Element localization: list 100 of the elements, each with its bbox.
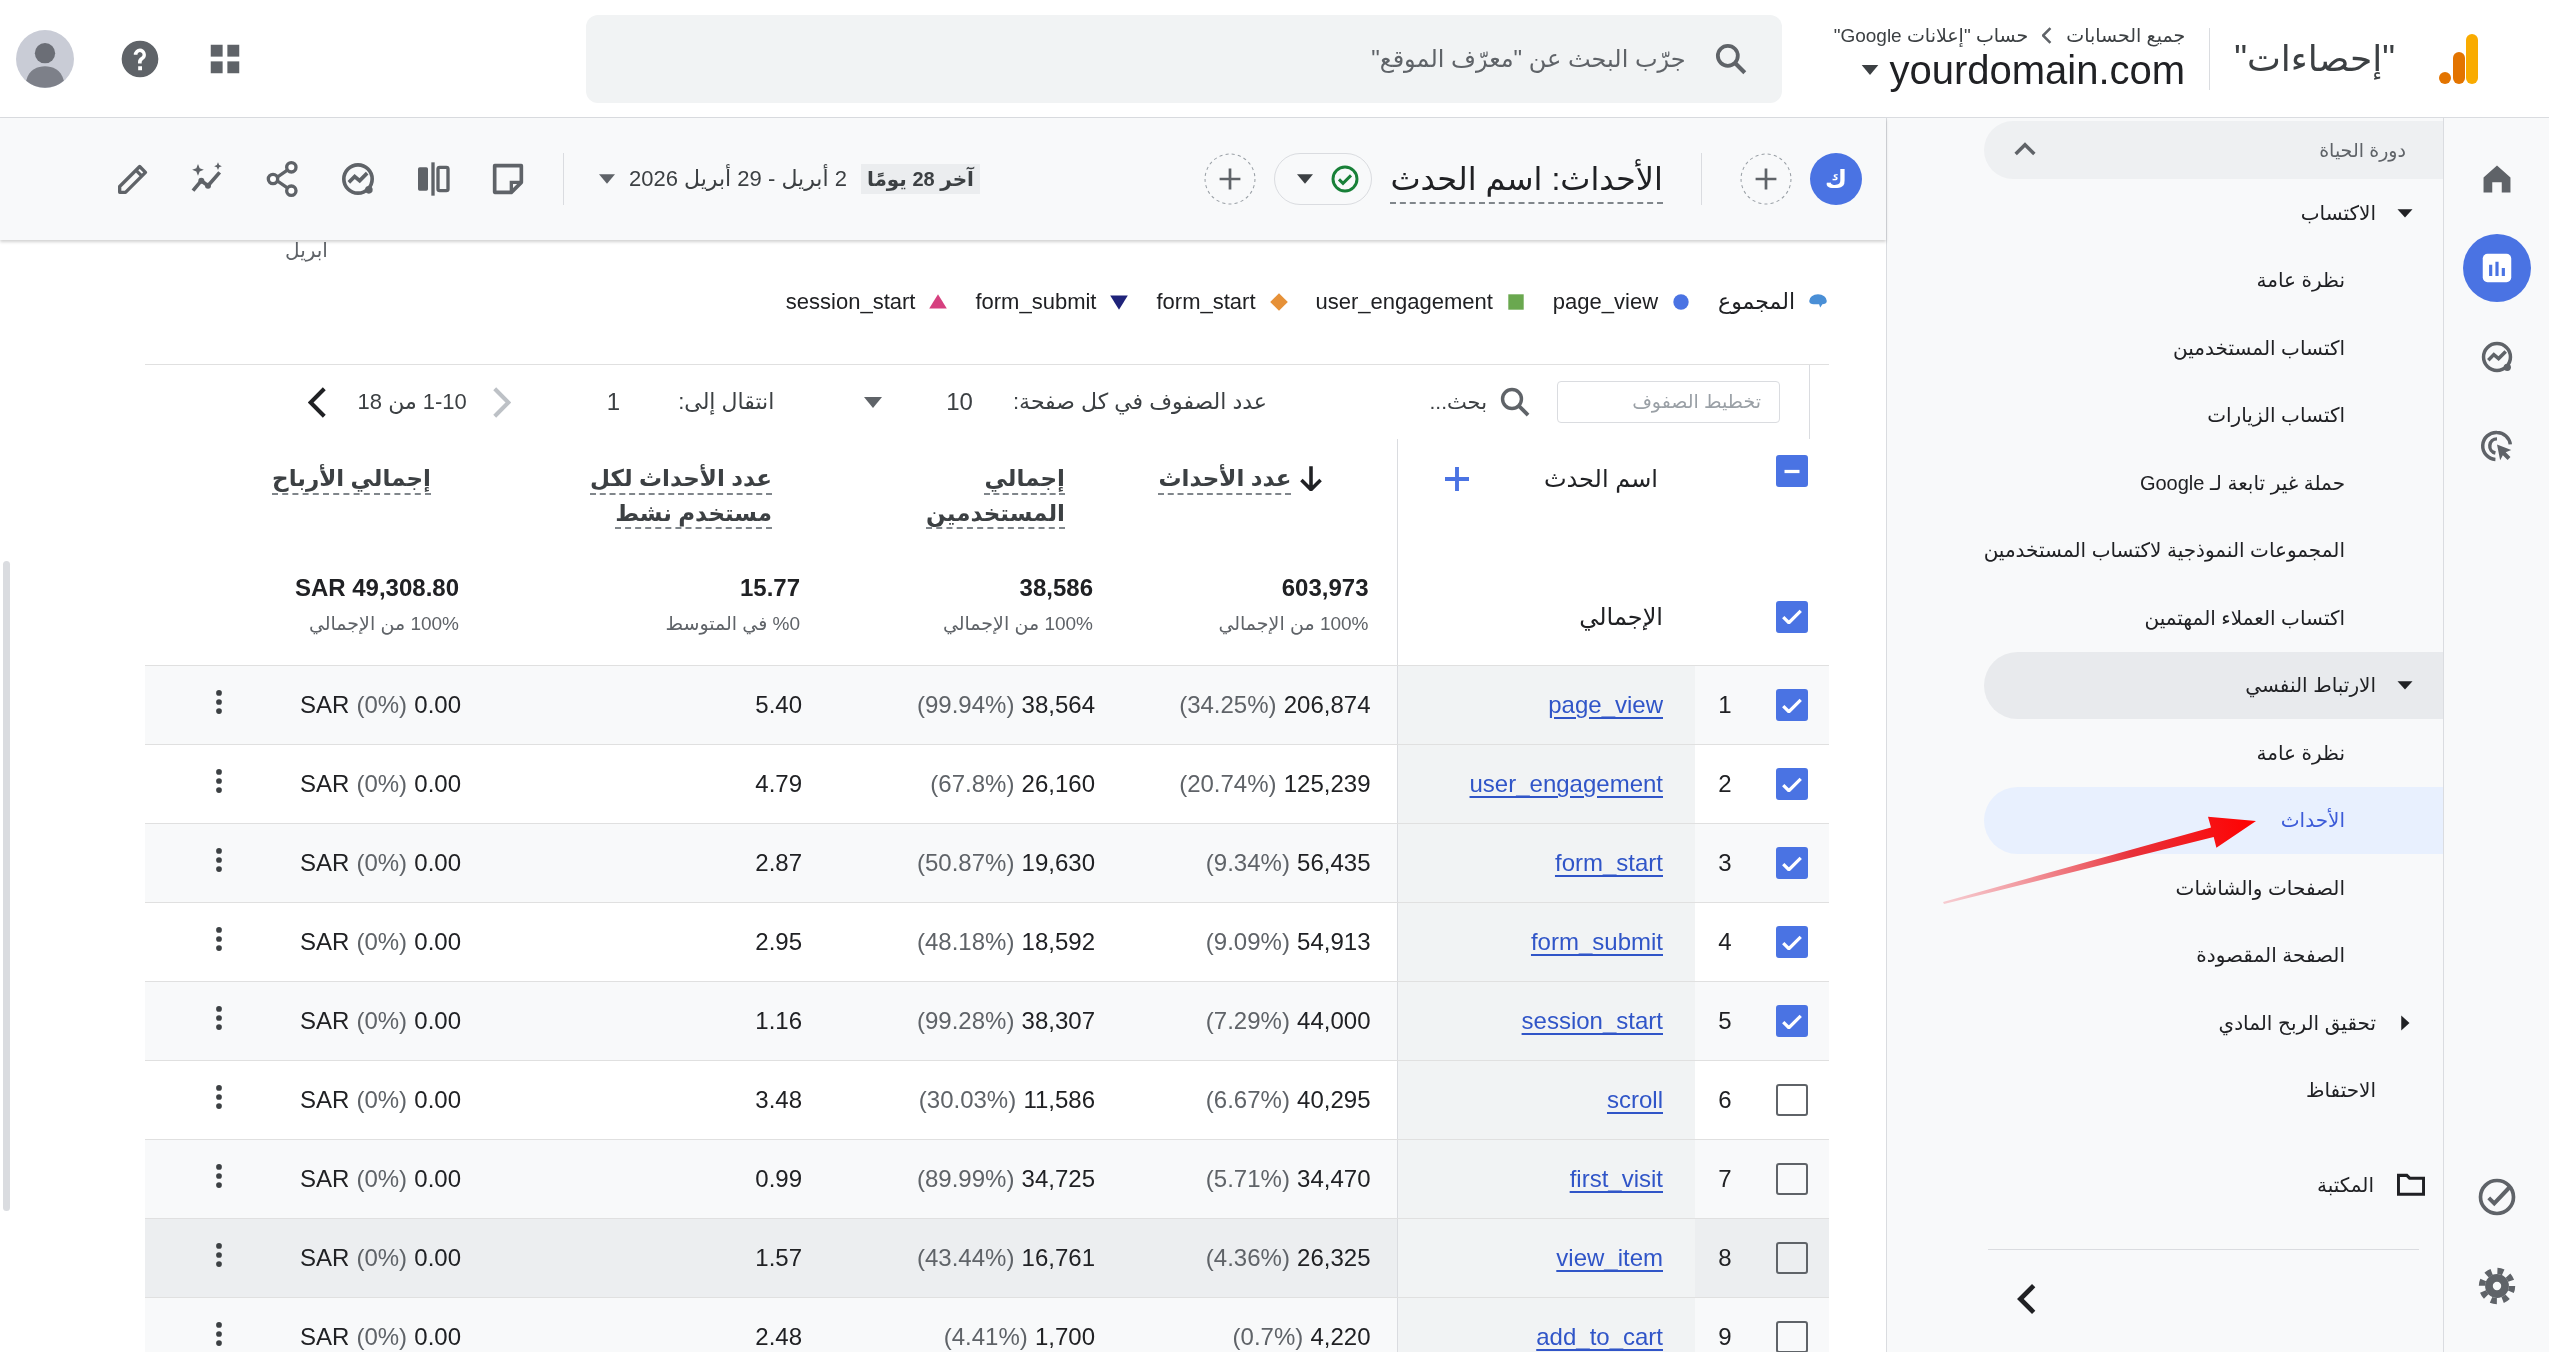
table-cell: 2.87: [755, 849, 802, 876]
table-cell: (4.41%) 1,700: [943, 1323, 1095, 1350]
table-cell: (0.7%) 4,220: [1232, 1323, 1371, 1350]
more-options-icon[interactable]: [215, 1084, 223, 1110]
analytics-logo-icon: [2439, 33, 2479, 84]
column-header[interactable]: عدد الأحداث: [1158, 461, 1292, 496]
page-number-field[interactable]: 1: [606, 388, 621, 416]
checkmark-icon: [1782, 855, 1802, 871]
event-name-link[interactable]: view_item: [1556, 1244, 1663, 1271]
event-name-link[interactable]: session_start: [1521, 1007, 1663, 1034]
row-checkbox[interactable]: [1776, 1242, 1808, 1274]
table-cell: (48.18%) 18,592: [917, 928, 1095, 955]
nav-item[interactable]: اكتساب الزيارات: [1984, 381, 2443, 449]
table-cell: SAR (0%) 0.00: [299, 770, 461, 797]
event-name-link[interactable]: form_submit: [1530, 928, 1663, 955]
nav-item[interactable]: المجموعات النموذجية لاكتساب المستخدمين: [1984, 516, 2443, 584]
more-options-icon[interactable]: [215, 689, 223, 715]
column-header[interactable]: إجمالي الأرباح: [272, 461, 431, 496]
scrollbar[interactable]: [3, 561, 10, 1211]
date-range-picker[interactable]: آخر 28 يومًا 2 أبريل - 29 أبريل 2026: [599, 164, 980, 194]
nav-section-header[interactable]: دورة الحياة: [1984, 121, 2443, 179]
table-cell: (7.29%) 44,000: [1205, 1007, 1371, 1034]
row-checkbox[interactable]: [1776, 1084, 1808, 1116]
row-checkbox[interactable]: [1776, 926, 1808, 958]
table-cell: SAR (0%) 0.00: [299, 1086, 461, 1113]
sort-descending-icon[interactable]: [1299, 465, 1322, 491]
legend-label: form_start: [1156, 289, 1256, 315]
rows-per-page-label: عدد الصفوف في كل صفحة:: [1012, 389, 1267, 415]
checkmark-icon: [1782, 934, 1802, 950]
row-filter-field[interactable]: تخطيط الصفوف: [1557, 381, 1780, 423]
date-range: 2 أبريل - 29 أبريل 2026: [629, 166, 847, 192]
avatar[interactable]: [16, 29, 74, 88]
nav-library-item[interactable]: المكتبة: [1984, 1151, 2443, 1219]
row-checkbox[interactable]: [1776, 1321, 1808, 1352]
add-comparison-icon[interactable]: [1740, 153, 1792, 205]
add-filter-icon[interactable]: [1204, 153, 1257, 205]
property-selector[interactable]: yourdomain.com: [1861, 47, 2186, 93]
table-cell: SAR (0%) 0.00: [299, 1244, 461, 1271]
more-options-icon[interactable]: [215, 926, 223, 952]
add-dimension-icon[interactable]: [1444, 467, 1469, 491]
table-cell: (99.28%) 38,307: [917, 1007, 1095, 1034]
table-cell: (5.71%) 34,470: [1205, 1165, 1371, 1192]
checkmark-icon: [1782, 776, 1802, 792]
caret-icon: [864, 396, 883, 408]
caret-icon: [1861, 65, 1880, 75]
rows-per-page-dropdown[interactable]: 10: [864, 388, 973, 416]
more-options-icon[interactable]: [215, 847, 223, 873]
caret-icon: [1297, 174, 1314, 184]
report-title[interactable]: الأحداث: اسم الحدث: [1390, 160, 1663, 198]
column-header[interactable]: اسم الحدث: [1543, 461, 1658, 497]
nav-item[interactable]: نظرة عامة: [1984, 246, 2443, 314]
nav-item[interactable]: نظرة عامة: [1984, 719, 2443, 787]
column-header[interactable]: إجمالي المستخدمين: [850, 461, 1065, 530]
nav-item[interactable]: الصفحات والشاشات: [1984, 854, 2443, 922]
search-field[interactable]: جرّب البحث عن "معرّف الموقع": [585, 14, 1782, 103]
event-name-link[interactable]: first_visit: [1569, 1165, 1663, 1192]
table-search-field[interactable]: بحث...: [1337, 390, 1487, 414]
more-options-icon[interactable]: [215, 1005, 223, 1031]
column-header[interactable]: عدد الأحداث لكل مستخدم نشط: [557, 461, 772, 530]
row-checkbox[interactable]: [1776, 768, 1808, 800]
table-cell: 2.95: [755, 928, 802, 955]
breadcrumb-link[interactable]: جميع الحسابات: [2066, 24, 2186, 47]
more-options-icon[interactable]: [215, 1163, 223, 1189]
nav-group[interactable]: الارتباط النفسي: [1984, 651, 2443, 719]
table-cell: 1.16: [755, 1007, 802, 1034]
nav-group[interactable]: الاحتفاظ: [1984, 1056, 2443, 1124]
go-to-page-label: انتقال إلى:: [678, 389, 775, 415]
table-cell: (67.8%) 26,160: [930, 770, 1095, 797]
event-name-link[interactable]: page_view: [1548, 691, 1663, 718]
row-checkbox[interactable]: [1776, 847, 1808, 879]
next-page-icon[interactable]: [307, 386, 326, 418]
legend-label: page_view: [1552, 289, 1659, 315]
more-options-icon[interactable]: [215, 768, 223, 794]
nav-item[interactable]: اكتساب المستخدمين: [1984, 314, 2443, 382]
nav-group[interactable]: تحقيق الربح المادي: [1984, 989, 2443, 1057]
nav-item[interactable]: الأحداث: [1984, 786, 2443, 854]
nav-item[interactable]: الصفحة المقصودة: [1984, 921, 2443, 989]
nav-group[interactable]: الاكتساب: [1984, 179, 2443, 247]
event-name-link[interactable]: form_start: [1554, 849, 1663, 876]
more-options-icon[interactable]: [215, 1242, 223, 1268]
row-checkbox[interactable]: [1776, 1005, 1808, 1037]
checkmark-icon: [1782, 697, 1802, 713]
row-checkbox[interactable]: [1776, 1163, 1808, 1195]
table-cell: (99.94%) 38,564: [917, 691, 1095, 718]
chevron-icon: [2042, 27, 2053, 44]
nav-item[interactable]: حملة غير تابعة لـ Google: [1984, 449, 2443, 517]
table-cell: 3.48: [755, 1086, 802, 1113]
totals-checkbox[interactable]: [1776, 600, 1808, 633]
comparison-badge[interactable]: ك: [1810, 153, 1862, 205]
select-all-checkbox[interactable]: [1776, 455, 1808, 487]
date-preset: آخر 28 يومًا: [860, 164, 980, 194]
legend-label: session_start: [785, 289, 916, 315]
breadcrumb-link[interactable]: حساب "إعلانات Google": [1833, 24, 2029, 47]
event-name-link[interactable]: scroll: [1607, 1086, 1663, 1113]
more-options-icon[interactable]: [215, 1321, 223, 1347]
nav-item[interactable]: اكتساب العملاء المهتمين: [1984, 584, 2443, 652]
total-value: 603,973: [1280, 574, 1369, 602]
row-checkbox[interactable]: [1776, 689, 1808, 721]
table-cell: (4.36%) 26,325: [1205, 1244, 1371, 1271]
collapse-chevron-icon[interactable]: [2017, 1281, 2037, 1316]
